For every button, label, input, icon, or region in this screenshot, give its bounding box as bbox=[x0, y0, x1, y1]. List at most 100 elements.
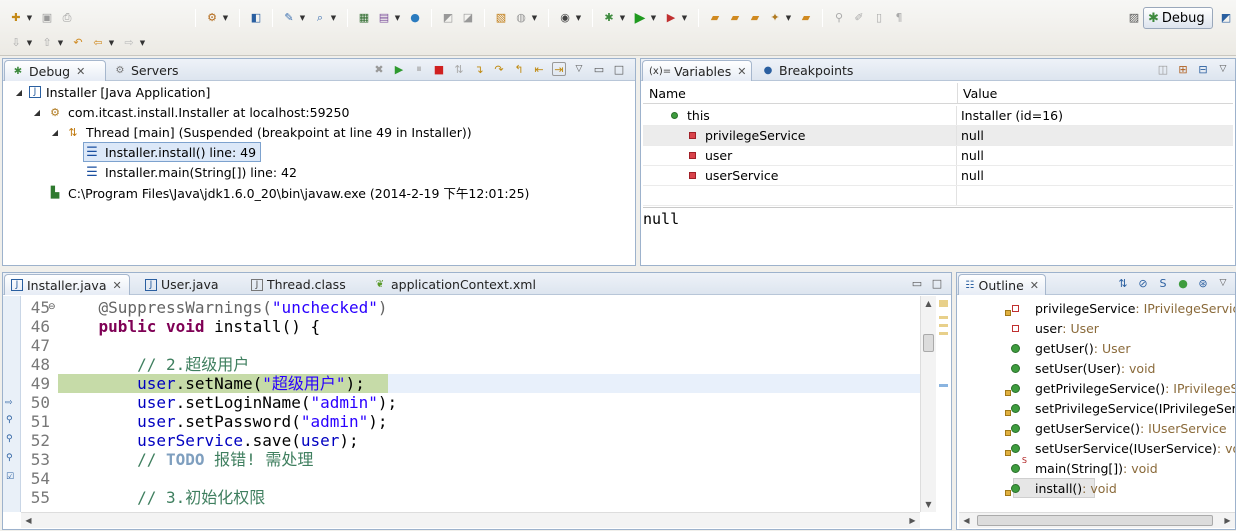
remove-terminated-icon[interactable]: ✖ bbox=[372, 62, 386, 76]
variable-row-privilegeservice[interactable]: privilegeService null bbox=[643, 126, 1233, 146]
prev-annotation-dropdown-icon[interactable]: ▼ bbox=[57, 35, 64, 51]
scroll-left-icon[interactable]: ◀ bbox=[21, 513, 36, 528]
web-browser-icon[interactable]: ◍ bbox=[513, 10, 529, 26]
outline-item[interactable]: Smain(String[]) : void bbox=[1007, 456, 1158, 478]
tab-breakpoints[interactable]: ● Breakpoints bbox=[755, 60, 859, 81]
outline-item[interactable]: getPrivilegeService() : IPrivilegeSer bbox=[1005, 378, 1235, 398]
new-class-icon[interactable]: ▧ bbox=[493, 10, 509, 26]
outline-item[interactable]: privilegeService : IPrivilegeService bbox=[1005, 298, 1235, 318]
save-icon[interactable]: ▣ bbox=[39, 10, 55, 26]
scroll-up-icon[interactable]: ▲ bbox=[921, 296, 936, 311]
fold-toggle-icon[interactable]: ⊖ bbox=[48, 302, 56, 312]
tab-applicationcontext-xml[interactable]: ❦ applicationContext.xml bbox=[367, 274, 542, 295]
close-icon[interactable]: ✕ bbox=[737, 65, 746, 78]
last-edit-icon[interactable]: ↶ bbox=[70, 35, 86, 51]
tab-user-java[interactable]: J User.java bbox=[139, 274, 225, 295]
expand-arrow-icon[interactable]: ◢ bbox=[31, 108, 43, 117]
scroll-down-icon[interactable]: ▼ bbox=[921, 497, 936, 512]
external-tools-icon[interactable]: ▶ bbox=[663, 10, 679, 26]
tab-servers[interactable]: ⚙ Servers bbox=[107, 60, 185, 81]
tree-item-process[interactable]: ▙ C:\Program Files\Java\jdk1.6.0_20\bin\… bbox=[47, 182, 530, 202]
variable-row-userservice[interactable]: userService null bbox=[643, 166, 1233, 186]
tree-item-target[interactable]: ◢ ⚙ com.itcast.install.Installer at loca… bbox=[31, 102, 349, 122]
block-icon[interactable]: ▯ bbox=[871, 10, 887, 26]
globe-icon[interactable]: ● bbox=[407, 10, 423, 26]
scroll-thumb[interactable] bbox=[923, 334, 934, 352]
new-icon[interactable]: ✚ bbox=[8, 10, 24, 26]
maximize-icon[interactable]: □ bbox=[612, 62, 626, 76]
show-type-names-icon[interactable]: ◫ bbox=[1156, 62, 1170, 76]
next-annotation-dropdown-icon[interactable]: ▼ bbox=[26, 35, 33, 51]
open-task-icon[interactable]: ◩ bbox=[440, 10, 456, 26]
outline-item[interactable]: getUser() : User bbox=[1007, 338, 1130, 358]
code-line[interactable]: user.setPassword("admin"); bbox=[60, 412, 933, 431]
external-tools-dropdown-icon[interactable]: ▼ bbox=[681, 10, 688, 26]
capture-dropdown-icon[interactable]: ▼ bbox=[575, 10, 582, 26]
outline-item[interactable]: getUserService() : IUserService bbox=[1005, 418, 1227, 438]
scroll-right-icon[interactable]: ▶ bbox=[905, 513, 920, 528]
column-header-value[interactable]: Value bbox=[963, 86, 997, 101]
code-line[interactable]: public void install() { bbox=[60, 317, 933, 336]
overview-ruler[interactable] bbox=[937, 296, 951, 512]
capture-icon[interactable]: ◉ bbox=[557, 10, 573, 26]
tree-item-launch[interactable]: ◢ J Installer [Java Application] bbox=[13, 82, 210, 102]
new-server-icon[interactable]: ⚙ bbox=[204, 10, 220, 26]
outline-item[interactable]: install() : void bbox=[1005, 478, 1117, 498]
close-icon[interactable]: ✕ bbox=[112, 279, 121, 292]
open-folder-2-icon[interactable]: ▰ bbox=[727, 10, 743, 26]
outline-item[interactable]: setPrivilegeService(IPrivilegeServic bbox=[1005, 398, 1235, 418]
open-folder-4-icon[interactable]: ▰ bbox=[798, 10, 814, 26]
resume-icon[interactable]: ▶ bbox=[392, 62, 406, 76]
code-line-current[interactable]: user.setName("超级用户"); bbox=[60, 374, 933, 393]
search-dropdown-icon[interactable]: ▼ bbox=[330, 10, 337, 26]
tree-item-stack-frame[interactable]: ☰ Installer.main(String[]) line: 42 bbox=[84, 162, 297, 182]
overview-marker[interactable] bbox=[939, 332, 948, 335]
build-dropdown-icon[interactable]: ▼ bbox=[299, 10, 306, 26]
run-icon[interactable]: ▶ bbox=[632, 10, 648, 26]
variable-row-user[interactable]: user null bbox=[643, 146, 1233, 166]
build-icon[interactable]: ✎ bbox=[281, 10, 297, 26]
new-java-project-icon[interactable]: ▦ bbox=[356, 10, 372, 26]
code-line[interactable]: user.setLoginName("admin"); bbox=[60, 393, 933, 412]
editor-vertical-ruler[interactable]: ⇨ ⚲ ⚲ ⚲ ☑ bbox=[3, 296, 21, 512]
print-icon[interactable]: ⎙ bbox=[59, 10, 75, 26]
back-dropdown-icon[interactable]: ▼ bbox=[108, 35, 115, 51]
outline-list[interactable]: privilegeService : IPrivilegeServiceuser… bbox=[957, 273, 1235, 511]
tree-item-stack-frame-selected[interactable]: ☰ Installer.install() line: 49 bbox=[83, 142, 262, 162]
open-folder-3-icon[interactable]: ▰ bbox=[747, 10, 763, 26]
paragraph-icon[interactable]: ¶ bbox=[891, 10, 907, 26]
open-perspective-icon[interactable]: ▨ bbox=[1126, 10, 1142, 26]
view-menu-icon[interactable]: ▽ bbox=[1216, 62, 1230, 76]
outline-horizontal-scrollbar[interactable]: ◀ ▶ bbox=[959, 512, 1235, 528]
code-line[interactable]: // 2.超级用户 bbox=[60, 355, 933, 374]
debug-dropdown-icon[interactable]: ▼ bbox=[619, 10, 626, 26]
outline-item[interactable]: setUser(User) : void bbox=[1007, 358, 1155, 378]
tab-variables[interactable]: (x)= Variables ✕ bbox=[642, 60, 752, 81]
open-resource-icon[interactable]: ◪ bbox=[460, 10, 476, 26]
minimize-icon[interactable]: ▭ bbox=[592, 62, 606, 76]
wand-icon[interactable]: ✦ bbox=[767, 10, 783, 26]
collapse-all-icon[interactable]: ⊟ bbox=[1196, 62, 1210, 76]
tab-debug[interactable]: ✱ Debug ✕ bbox=[4, 60, 106, 81]
drop-to-frame-icon[interactable]: ⇤ bbox=[532, 62, 546, 76]
back-icon[interactable]: ⇦ bbox=[90, 35, 106, 51]
run-dropdown-icon[interactable]: ▼ bbox=[650, 10, 657, 26]
variable-detail-pane[interactable]: null bbox=[643, 207, 1233, 265]
expand-arrow-icon[interactable]: ◢ bbox=[13, 88, 25, 97]
step-into-icon[interactable]: ↴ bbox=[472, 62, 486, 76]
scroll-thumb[interactable] bbox=[977, 515, 1213, 526]
editor-vertical-scrollbar[interactable]: ▲ ▼ bbox=[920, 296, 936, 512]
suspend-icon[interactable]: ⏸ bbox=[412, 62, 426, 76]
browser-dropdown-icon[interactable]: ▼ bbox=[531, 10, 538, 26]
step-return-icon[interactable]: ↰ bbox=[512, 62, 526, 76]
overview-marker[interactable] bbox=[939, 300, 948, 307]
use-step-filters-icon[interactable]: ⇥ bbox=[552, 62, 566, 76]
maximize-icon[interactable]: □ bbox=[930, 276, 944, 290]
wand-dropdown-icon[interactable]: ▼ bbox=[785, 10, 792, 26]
tab-installer-java[interactable]: J Installer.java ✕ bbox=[4, 274, 130, 295]
code-line[interactable] bbox=[60, 336, 933, 355]
tree-item-thread[interactable]: ◢ ⇅ Thread [main] (Suspended (breakpoint… bbox=[49, 122, 472, 142]
step-over-icon[interactable]: ↷ bbox=[492, 62, 506, 76]
terminate-icon[interactable]: ■ bbox=[432, 62, 446, 76]
next-annotation-icon[interactable]: ⇩ bbox=[8, 35, 24, 51]
